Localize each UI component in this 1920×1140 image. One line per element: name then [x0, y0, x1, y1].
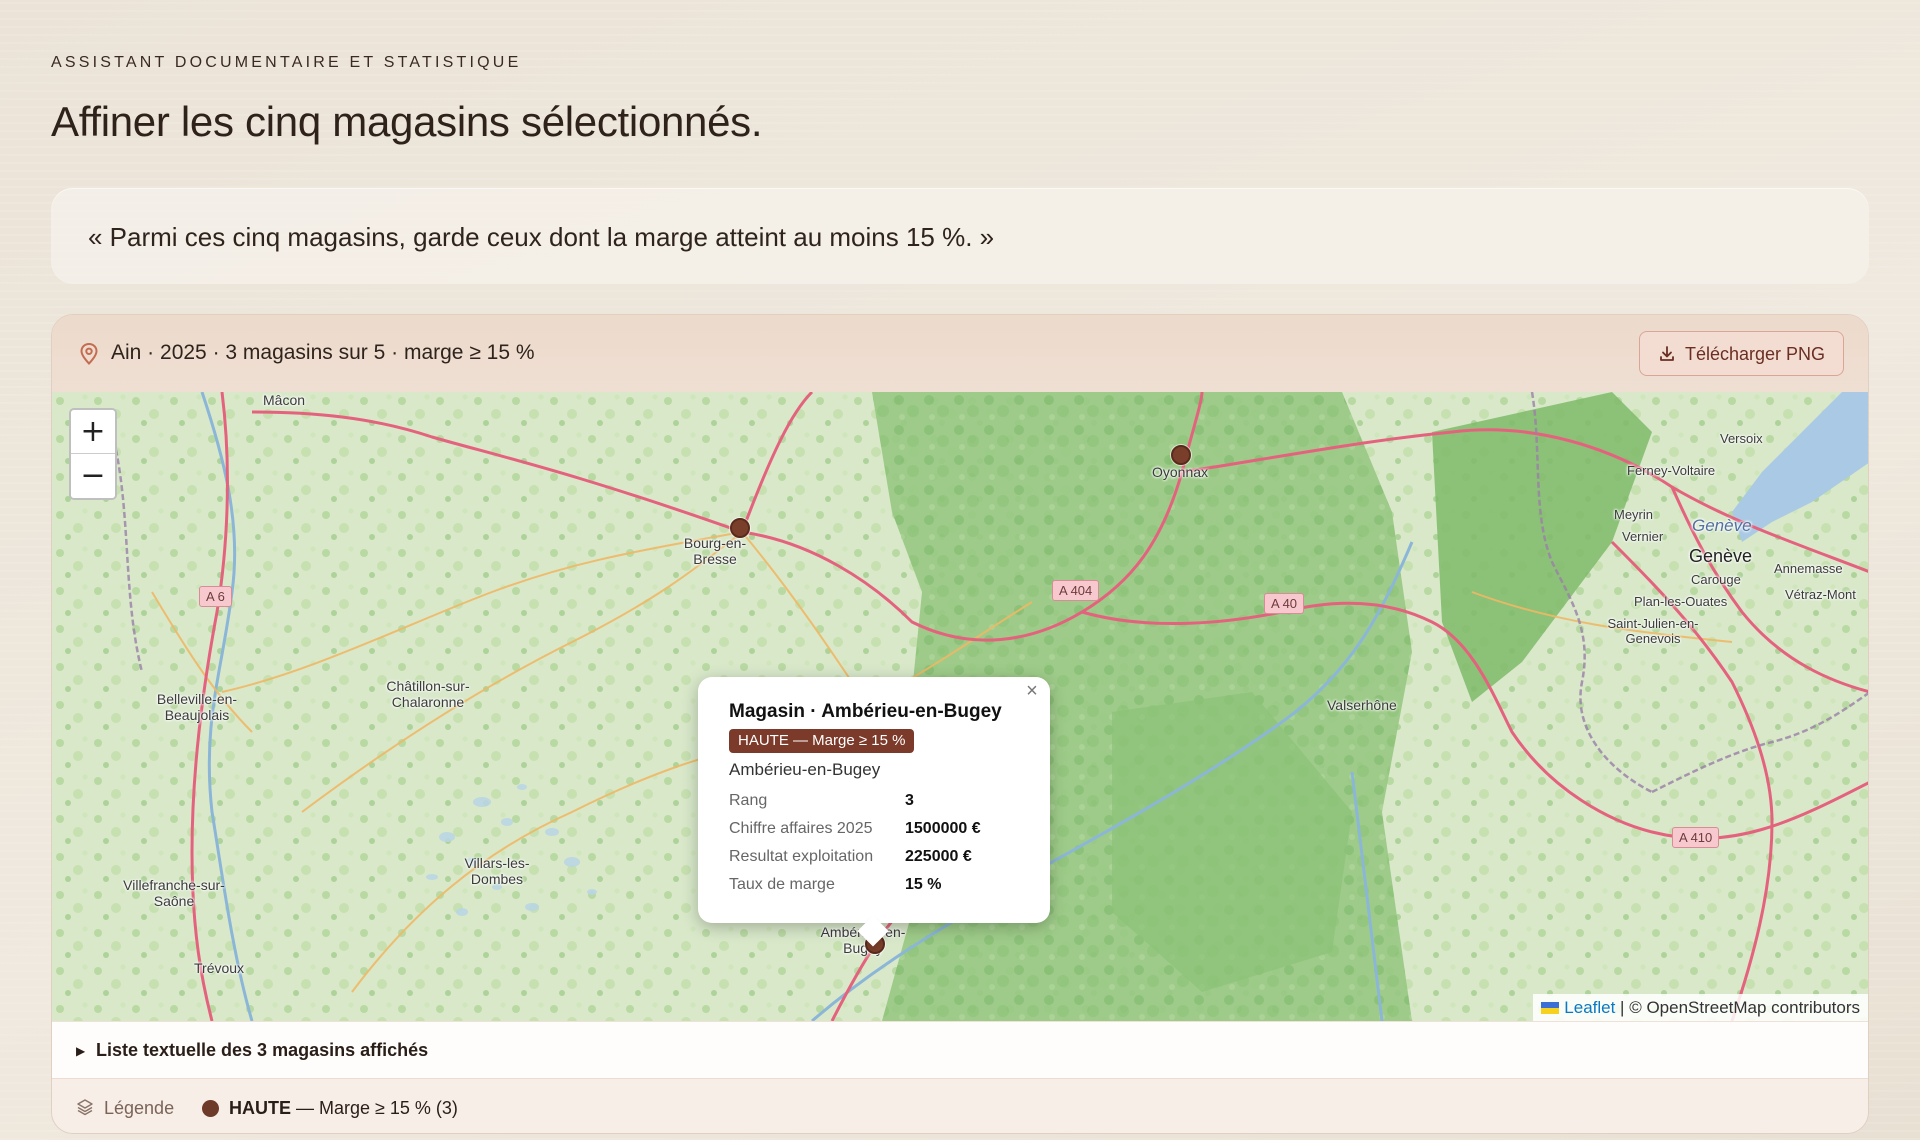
map-pin-icon — [80, 342, 98, 365]
popup-row: Chiffre affaires 2025 1500000 € — [729, 820, 1029, 848]
place-villars: Villars-les-Dombes — [464, 855, 530, 888]
map-attribution: Leaflet | © OpenStreetMap contributors — [1533, 994, 1868, 1021]
legend-label: Légende — [104, 1098, 175, 1118]
road-a40: A 40 — [1264, 593, 1305, 614]
legend-class-desc: — Marge ≥ 15 % (3) — [291, 1098, 458, 1118]
map-header: Ain · 2025 · 3 magasins sur 5 · marge ≥ … — [52, 315, 1868, 392]
road-a6: A 6 — [199, 586, 232, 607]
store-popup: × Magasin · Ambérieu-en-Bugey HAUTE — Ma… — [698, 677, 1050, 947]
zoom-out-button[interactable]: − — [71, 454, 115, 498]
place-villefranche: Villefranche-sur-Saône — [123, 877, 225, 910]
road-a410: A 410 — [1672, 827, 1720, 848]
place-belleville: Belleville-en-Beaujolais — [156, 691, 238, 724]
legend-swatch — [202, 1100, 219, 1117]
place-geneve: Genève — [1689, 546, 1753, 566]
popup-row: Taux de marge 15 % — [729, 876, 1029, 904]
query-text: « Parmi ces cinq magasins, garde ceux do… — [88, 222, 995, 252]
map-area[interactable]: Mâcon Bourg-en-Bresse Oyonnax Châtillon-… — [52, 392, 1868, 1021]
app-kicker: ASSISTANT DOCUMENTAIRE ET STATISTIQUE — [51, 54, 522, 71]
place-vetraz: Vétraz-Mont — [1785, 587, 1856, 602]
map-legend: Légende HAUTE — Marge ≥ 15 % (3) — [52, 1078, 1868, 1133]
store-list-label: Liste textuelle des 3 magasins affichés — [96, 1040, 429, 1060]
place-saint-julien: Saint-Julien-en-Genevois — [1607, 616, 1699, 646]
popup-subtitle: Ambérieu-en-Bugey — [729, 760, 881, 779]
store-marker-oyonnax[interactable] — [1171, 445, 1191, 465]
ukraine-flag-icon — [1541, 1002, 1560, 1014]
download-icon — [1660, 346, 1674, 361]
place-plan: Plan-les-Ouates — [1634, 594, 1728, 609]
popup-key: Rang — [729, 792, 768, 809]
download-png-label: Télécharger PNG — [1685, 344, 1826, 364]
popup-key: Chiffre affaires 2025 — [729, 820, 873, 837]
place-chatillon: Châtillon-sur-Chalaronne — [386, 678, 470, 711]
disclosure-triangle-icon: ▶ — [76, 1044, 86, 1058]
popup-value: 3 — [905, 792, 914, 809]
place-valserhone: Valserhône — [1327, 697, 1397, 713]
place-versoix: Versoix — [1720, 431, 1763, 446]
store-list-toggle[interactable]: ▶ Liste textuelle des 3 magasins affiché… — [52, 1021, 1868, 1078]
place-trevoux: Trévoux — [194, 960, 245, 976]
popup-row: Resultat exploitation 225000 € — [729, 848, 1029, 876]
road-a404: A 404 — [1052, 580, 1100, 601]
place-geneve-lake: Genève — [1692, 516, 1752, 535]
place-bourg: Bourg-en-Bresse — [683, 535, 747, 568]
popup-table: Rang 3 Chiffre affaires 2025 1500000 € R… — [729, 792, 1029, 904]
legend-class: HAUTE — Marge ≥ 15 % (3) — [229, 1098, 458, 1119]
legend-class-name: HAUTE — [229, 1098, 291, 1118]
popup-row: Rang 3 — [729, 792, 1029, 820]
place-oyonnax: Oyonnax — [1152, 464, 1209, 480]
leaflet-link[interactable]: Leaflet — [1564, 998, 1615, 1017]
map-card: Ain · 2025 · 3 magasins sur 5 · marge ≥ … — [51, 314, 1869, 1134]
zoom-control: + − — [69, 408, 117, 500]
popup-value: 15 % — [905, 876, 942, 893]
page-title: Affiner les cinq magasins sélectionnés. — [51, 98, 763, 145]
popup-key: Taux de marge — [729, 876, 835, 893]
popup-value: 225000 € — [905, 848, 972, 865]
place-vernier: Vernier — [1622, 529, 1664, 544]
place-annemasse: Annemasse — [1774, 561, 1843, 576]
place-macon: Mâcon — [263, 392, 306, 408]
zoom-in-button[interactable]: + — [71, 410, 115, 454]
popup-key: Resultat exploitation — [729, 848, 874, 865]
query-card: « Parmi ces cinq magasins, garde ceux do… — [51, 188, 1869, 284]
place-ferney: Ferney-Voltaire — [1627, 463, 1716, 478]
store-marker-bourg[interactable] — [730, 518, 750, 538]
layers-icon — [77, 1099, 93, 1116]
popup-value: 1500000 € — [905, 820, 981, 837]
place-carouge: Carouge — [1691, 572, 1741, 587]
popup-title: Magasin · Ambérieu-en-Bugey — [729, 701, 1002, 722]
popup-close-button[interactable]: × — [1022, 681, 1042, 701]
popup-badge: HAUTE — Marge ≥ 15 % — [729, 729, 915, 753]
osm-attribution: | © OpenStreetMap contributors — [1615, 998, 1860, 1017]
map-caption: Ain · 2025 · 3 magasins sur 5 · marge ≥ … — [111, 341, 535, 364]
place-meyrin: Meyrin — [1614, 507, 1654, 522]
download-png-button[interactable]: Télécharger PNG — [1639, 331, 1844, 376]
